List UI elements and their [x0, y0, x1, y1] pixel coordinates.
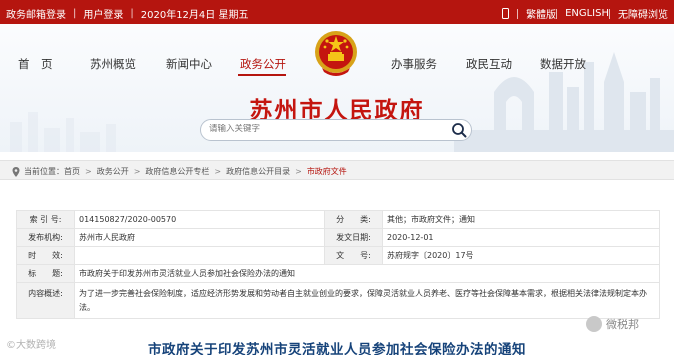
document-number-value: 苏府规字〔2020〕17号 [382, 246, 660, 265]
breadcrumb-item-info-directory[interactable]: 政府信息公开目录 [226, 166, 290, 177]
search-input[interactable] [209, 124, 439, 134]
watermark-right-text: 微税邦 [606, 318, 639, 331]
nav-item-services[interactable]: 办事服务 [391, 56, 437, 72]
category-value: 其他；市政府文件；通知 [382, 210, 660, 229]
top-utility-bar: 政务邮箱登录 | 用户登录 | 2020年12月4日 星期五 繁體版 ENGLI… [0, 0, 674, 24]
breadcrumb-item-government-affairs[interactable]: 政务公开 [97, 166, 129, 177]
nav-item-government-affairs[interactable]: 政务公开 [240, 56, 286, 72]
separator: | [73, 8, 77, 19]
index-number-label: 索 引 号: [16, 210, 75, 229]
breadcrumb-item-home[interactable]: 首页 [64, 166, 80, 177]
watermark-right: 微税邦 [586, 316, 639, 332]
nav-item-public-interaction[interactable]: 政民互动 [466, 56, 512, 72]
table-row: 时 效: 文 号: 苏府规字〔2020〕17号 [16, 246, 660, 265]
separator [556, 8, 558, 19]
document-info-table: 索 引 号: 014150827/2020-00570 分 类: 其他；市政府文… [16, 210, 660, 319]
title-label: 标 题: [16, 264, 75, 283]
accessibility-link[interactable]: 无障碍浏览 [618, 6, 668, 21]
separator [609, 8, 610, 19]
nav-item-suzhou-overview[interactable]: 苏州概览 [90, 56, 136, 72]
issuer-value: 苏州市人民政府 [74, 228, 325, 247]
email-login-link[interactable]: 政务邮箱登录 [6, 6, 66, 21]
active-nav-indicator [238, 74, 286, 76]
nav-item-open-data[interactable]: 数据开放 [540, 56, 586, 72]
breadcrumb-item-info-column[interactable]: 政府信息公开专栏 [145, 166, 209, 177]
wechat-icon [586, 316, 602, 332]
document-number-label: 文 号: [324, 246, 383, 265]
issue-date-label: 发文日期: [324, 228, 383, 247]
separator [517, 8, 519, 19]
article-title: 市政府关于印发苏州市灵活就业人员参加社会保险办法的通知 [148, 342, 526, 355]
nav-item-news-center[interactable]: 新闻中心 [166, 56, 212, 72]
user-login-link[interactable]: 用户登录 [83, 6, 123, 21]
index-number-value: 014150827/2020-00570 [74, 210, 325, 229]
search-icon[interactable] [451, 122, 467, 138]
nav-item-home[interactable]: 首 页 [18, 56, 53, 72]
site-header: 首 页 苏州概览 新闻中心 政务公开 办事服务 政民互动 数据开放 苏州市人民政… [0, 24, 674, 152]
summary-value: 为了进一步完善社会保险制度，适应经济形势发展和劳动者自主就业创业的要求，保障灵活… [74, 282, 660, 319]
breadcrumb-label: 当前位置： [24, 167, 64, 176]
table-row: 索 引 号: 014150827/2020-00570 分 类: 其他；市政府文… [16, 210, 660, 229]
watermark-left: ©大数跨境 [6, 340, 56, 351]
national-emblem-logo [315, 31, 357, 76]
category-label: 分 类: [324, 210, 383, 229]
english-link[interactable]: ENGLISH [565, 8, 609, 19]
table-row: 发布机构: 苏州市人民政府 发文日期: 2020-12-01 [16, 228, 660, 247]
breadcrumb-item-current[interactable]: 市政府文件 [307, 166, 347, 177]
location-pin-icon [12, 166, 20, 177]
table-row: 内容概述: 为了进一步完善社会保险制度，适应经济形势发展和劳动者自主就业创业的要… [16, 282, 660, 319]
table-row: 标 题: 市政府关于印发苏州市灵活就业人员参加社会保险办法的通知 [16, 264, 660, 283]
traditional-chinese-link[interactable]: 繁體版 [526, 6, 556, 21]
chevron-right-icon: > [295, 167, 302, 176]
issuer-label: 发布机构: [16, 228, 75, 247]
separator: | [130, 8, 134, 19]
chevron-right-icon: > [85, 167, 92, 176]
title-value: 市政府关于印发苏州市灵活就业人员参加社会保险办法的通知 [74, 264, 660, 283]
mobile-phone-icon[interactable] [502, 8, 510, 19]
validity-value [74, 246, 325, 265]
breadcrumb: 当前位置： 首页 > 政务公开 > 政府信息公开专栏 > 政府信息公开目录 > … [0, 160, 674, 180]
summary-label: 内容概述: [16, 282, 75, 319]
validity-label: 时 效: [16, 246, 75, 265]
issue-date-value: 2020-12-01 [382, 228, 660, 247]
chevron-right-icon: > [133, 167, 141, 176]
chevron-right-icon: > [214, 167, 222, 176]
current-date: 2020年12月4日 星期五 [140, 10, 249, 21]
search-box [200, 119, 472, 141]
